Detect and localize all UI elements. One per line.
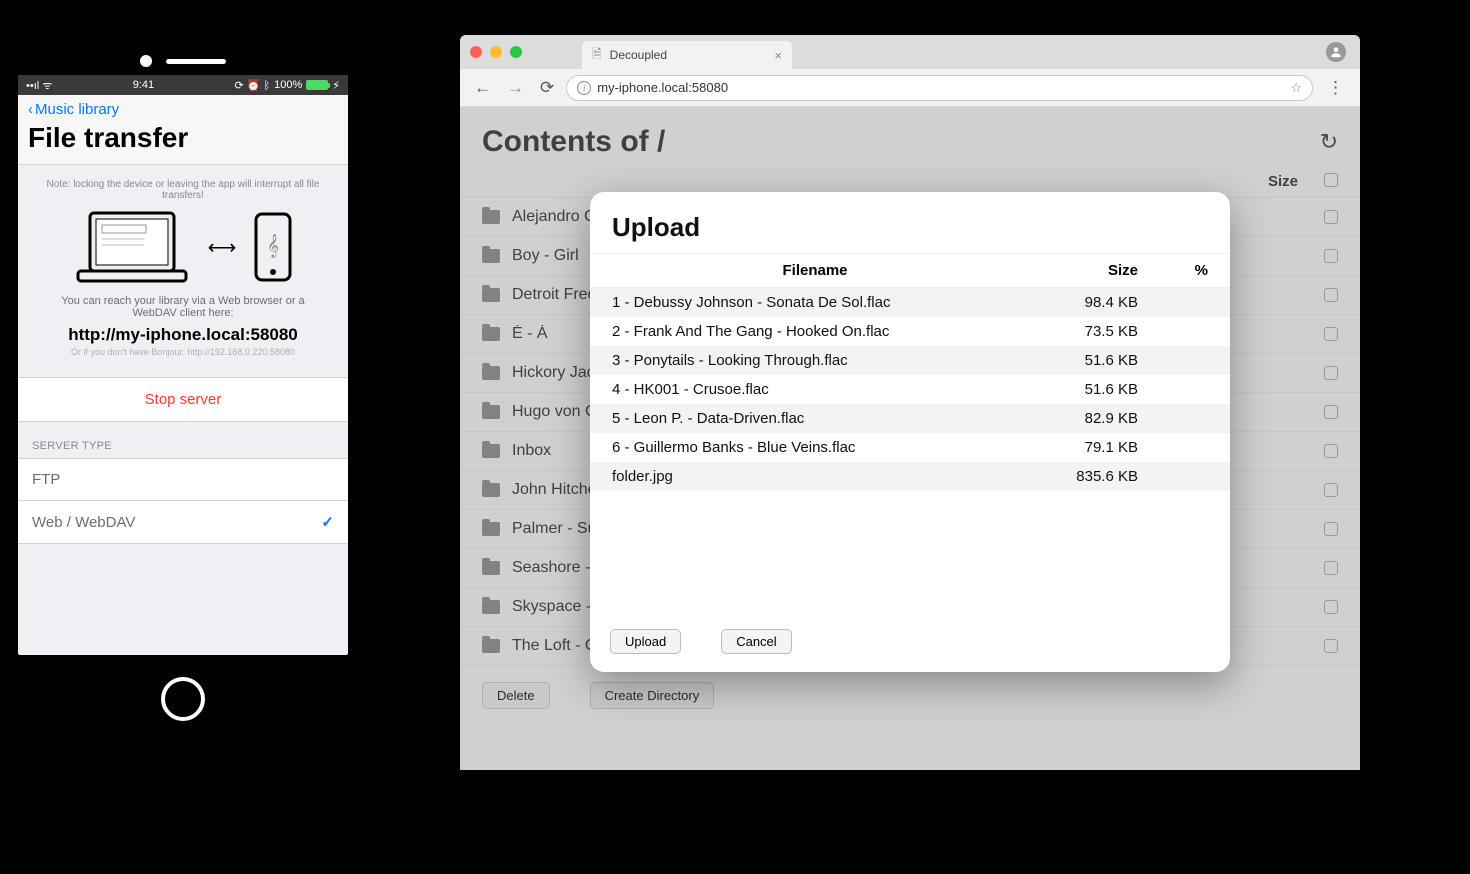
upload-button[interactable]: Upload [610,629,681,654]
file-size: 835.6 KB [1018,468,1138,485]
instructions: You can reach your library via a Web bro… [18,295,348,319]
chevron-left-icon: ‹ [28,101,33,118]
nav-bar: ‹ Music library File transfer [18,95,348,165]
reload-nav-button[interactable]: ⟳ [536,76,558,100]
col-percent: % [1138,262,1208,279]
option-label: FTP [32,471,60,488]
maximize-window-button[interactable] [510,46,522,58]
note-text: Note: locking the device or leaving the … [18,165,348,207]
back-button[interactable]: ‹ Music library [28,101,338,118]
file-percent [1138,468,1208,485]
upload-file-list: 1 - Debussy Johnson - Sonata De Sol.flac… [590,288,1230,617]
browser-menu-button[interactable]: ⋮ [1321,76,1350,100]
status-time: 9:41 [133,79,154,91]
upload-table-header: Filename Size % [590,253,1230,288]
file-percent [1138,323,1208,340]
person-icon [1329,45,1343,59]
back-label: Music library [35,101,119,118]
status-bar: ••ıl ᯤ 9:41 ⟳ ⏰ ᛒ 100% ⚡︎ [18,75,348,95]
file-name: 2 - Frank And The Gang - Hooked On.flac [612,323,1018,340]
forward-nav-button[interactable]: → [503,76,528,100]
upload-modal: Upload Filename Size % 1 - Debussy Johns… [590,192,1230,672]
file-name: folder.jpg [612,468,1018,485]
minimize-window-button[interactable] [490,46,502,58]
battery-icon [306,80,328,90]
profile-button[interactable] [1326,42,1346,62]
phone-icon: 𝄞 [252,212,294,282]
tab-title: Decoupled [610,48,667,62]
file-size: 73.5 KB [1018,323,1138,340]
file-percent [1138,352,1208,369]
upload-file-row: 2 - Frank And The Gang - Hooked On.flac7… [590,317,1230,346]
file-percent [1138,294,1208,311]
phone-camera-icon [140,55,152,67]
upload-file-row: 6 - Guillermo Banks - Blue Veins.flac79.… [590,433,1230,462]
page-title: File transfer [28,122,338,154]
tab-strip: 🗎 Decoupled × [460,35,1360,69]
file-size: 82.9 KB [1018,410,1138,427]
upload-file-row: 4 - HK001 - Crusoe.flac51.6 KB [590,375,1230,404]
upload-file-row: 3 - Ponytails - Looking Through.flac51.6… [590,346,1230,375]
phone-device: ••ıl ᯤ 9:41 ⟳ ⏰ ᛒ 100% ⚡︎ ‹ Music librar… [18,35,348,721]
file-name: 1 - Debussy Johnson - Sonata De Sol.flac [612,294,1018,311]
file-percent [1138,439,1208,456]
file-name: 4 - HK001 - Crusoe.flac [612,381,1018,398]
file-percent [1138,381,1208,398]
back-nav-button[interactable]: ← [470,76,495,100]
upload-file-row: 1 - Debussy Johnson - Sonata De Sol.flac… [590,288,1230,317]
svg-text:𝄞: 𝄞 [267,235,279,258]
charging-icon: ⚡︎ [332,79,340,92]
document-icon: 🗎 [592,45,602,66]
file-name: 6 - Guillermo Banks - Blue Veins.flac [612,439,1018,456]
site-info-icon[interactable]: i [577,81,591,95]
file-size: 98.4 KB [1018,294,1138,311]
laptop-icon [72,207,192,287]
phone-screen: ••ıl ᯤ 9:41 ⟳ ⏰ ᛒ 100% ⚡︎ ‹ Music librar… [18,75,348,655]
status-battery-pct: 100% [274,79,302,91]
option-label: Web / WebDAV [32,514,135,531]
file-percent [1138,410,1208,427]
upload-file-row: 5 - Leon P. - Data-Driven.flac82.9 KB [590,404,1230,433]
file-size: 79.1 KB [1018,439,1138,456]
server-url: http://my-iphone.local:58080 [18,319,348,347]
browser-toolbar: ← → ⟳ i my-iphone.local:58080 ☆ ⋮ [460,69,1360,107]
server-type-option[interactable]: FTP [18,458,348,500]
cancel-button[interactable]: Cancel [721,629,791,654]
modal-actions: Upload Cancel [590,617,1230,672]
file-size: 51.6 KB [1018,381,1138,398]
sync-arrows-icon: ⟷ [208,235,237,260]
address-text: my-iphone.local:58080 [597,80,728,95]
file-name: 3 - Ponytails - Looking Through.flac [612,352,1018,369]
col-filename: Filename [612,262,1018,279]
server-type-option[interactable]: Web / WebDAV ✓ [18,500,348,544]
col-size: Size [1018,262,1138,279]
phone-speaker-icon [166,59,226,64]
close-tab-button[interactable]: × [774,48,782,63]
address-bar[interactable]: i my-iphone.local:58080 ☆ [566,75,1313,101]
stop-server-button[interactable]: Stop server [18,377,348,422]
server-alt-url: Or if you don't have Bonjour: http://192… [18,347,348,377]
phone-notch [18,35,348,75]
checkmark-icon: ✓ [321,513,334,531]
upload-file-row: folder.jpg835.6 KB [590,462,1230,491]
browser-tab[interactable]: 🗎 Decoupled × [582,41,792,69]
status-signal: ••ıl ᯤ [26,78,52,93]
modal-title: Upload [590,192,1230,253]
bookmark-star-icon[interactable]: ☆ [1290,80,1302,96]
server-type-header: SERVER TYPE [18,422,348,458]
status-right: ⟳ ⏰ ᛒ 100% ⚡︎ [234,79,340,92]
file-size: 51.6 KB [1018,352,1138,369]
window-controls [470,46,522,58]
close-window-button[interactable] [470,46,482,58]
transfer-diagram: ⟷ 𝄞 [18,207,348,295]
status-icons: ⟳ ⏰ ᛒ [234,79,270,92]
file-name: 5 - Leon P. - Data-Driven.flac [612,410,1018,427]
home-button[interactable] [161,677,205,721]
